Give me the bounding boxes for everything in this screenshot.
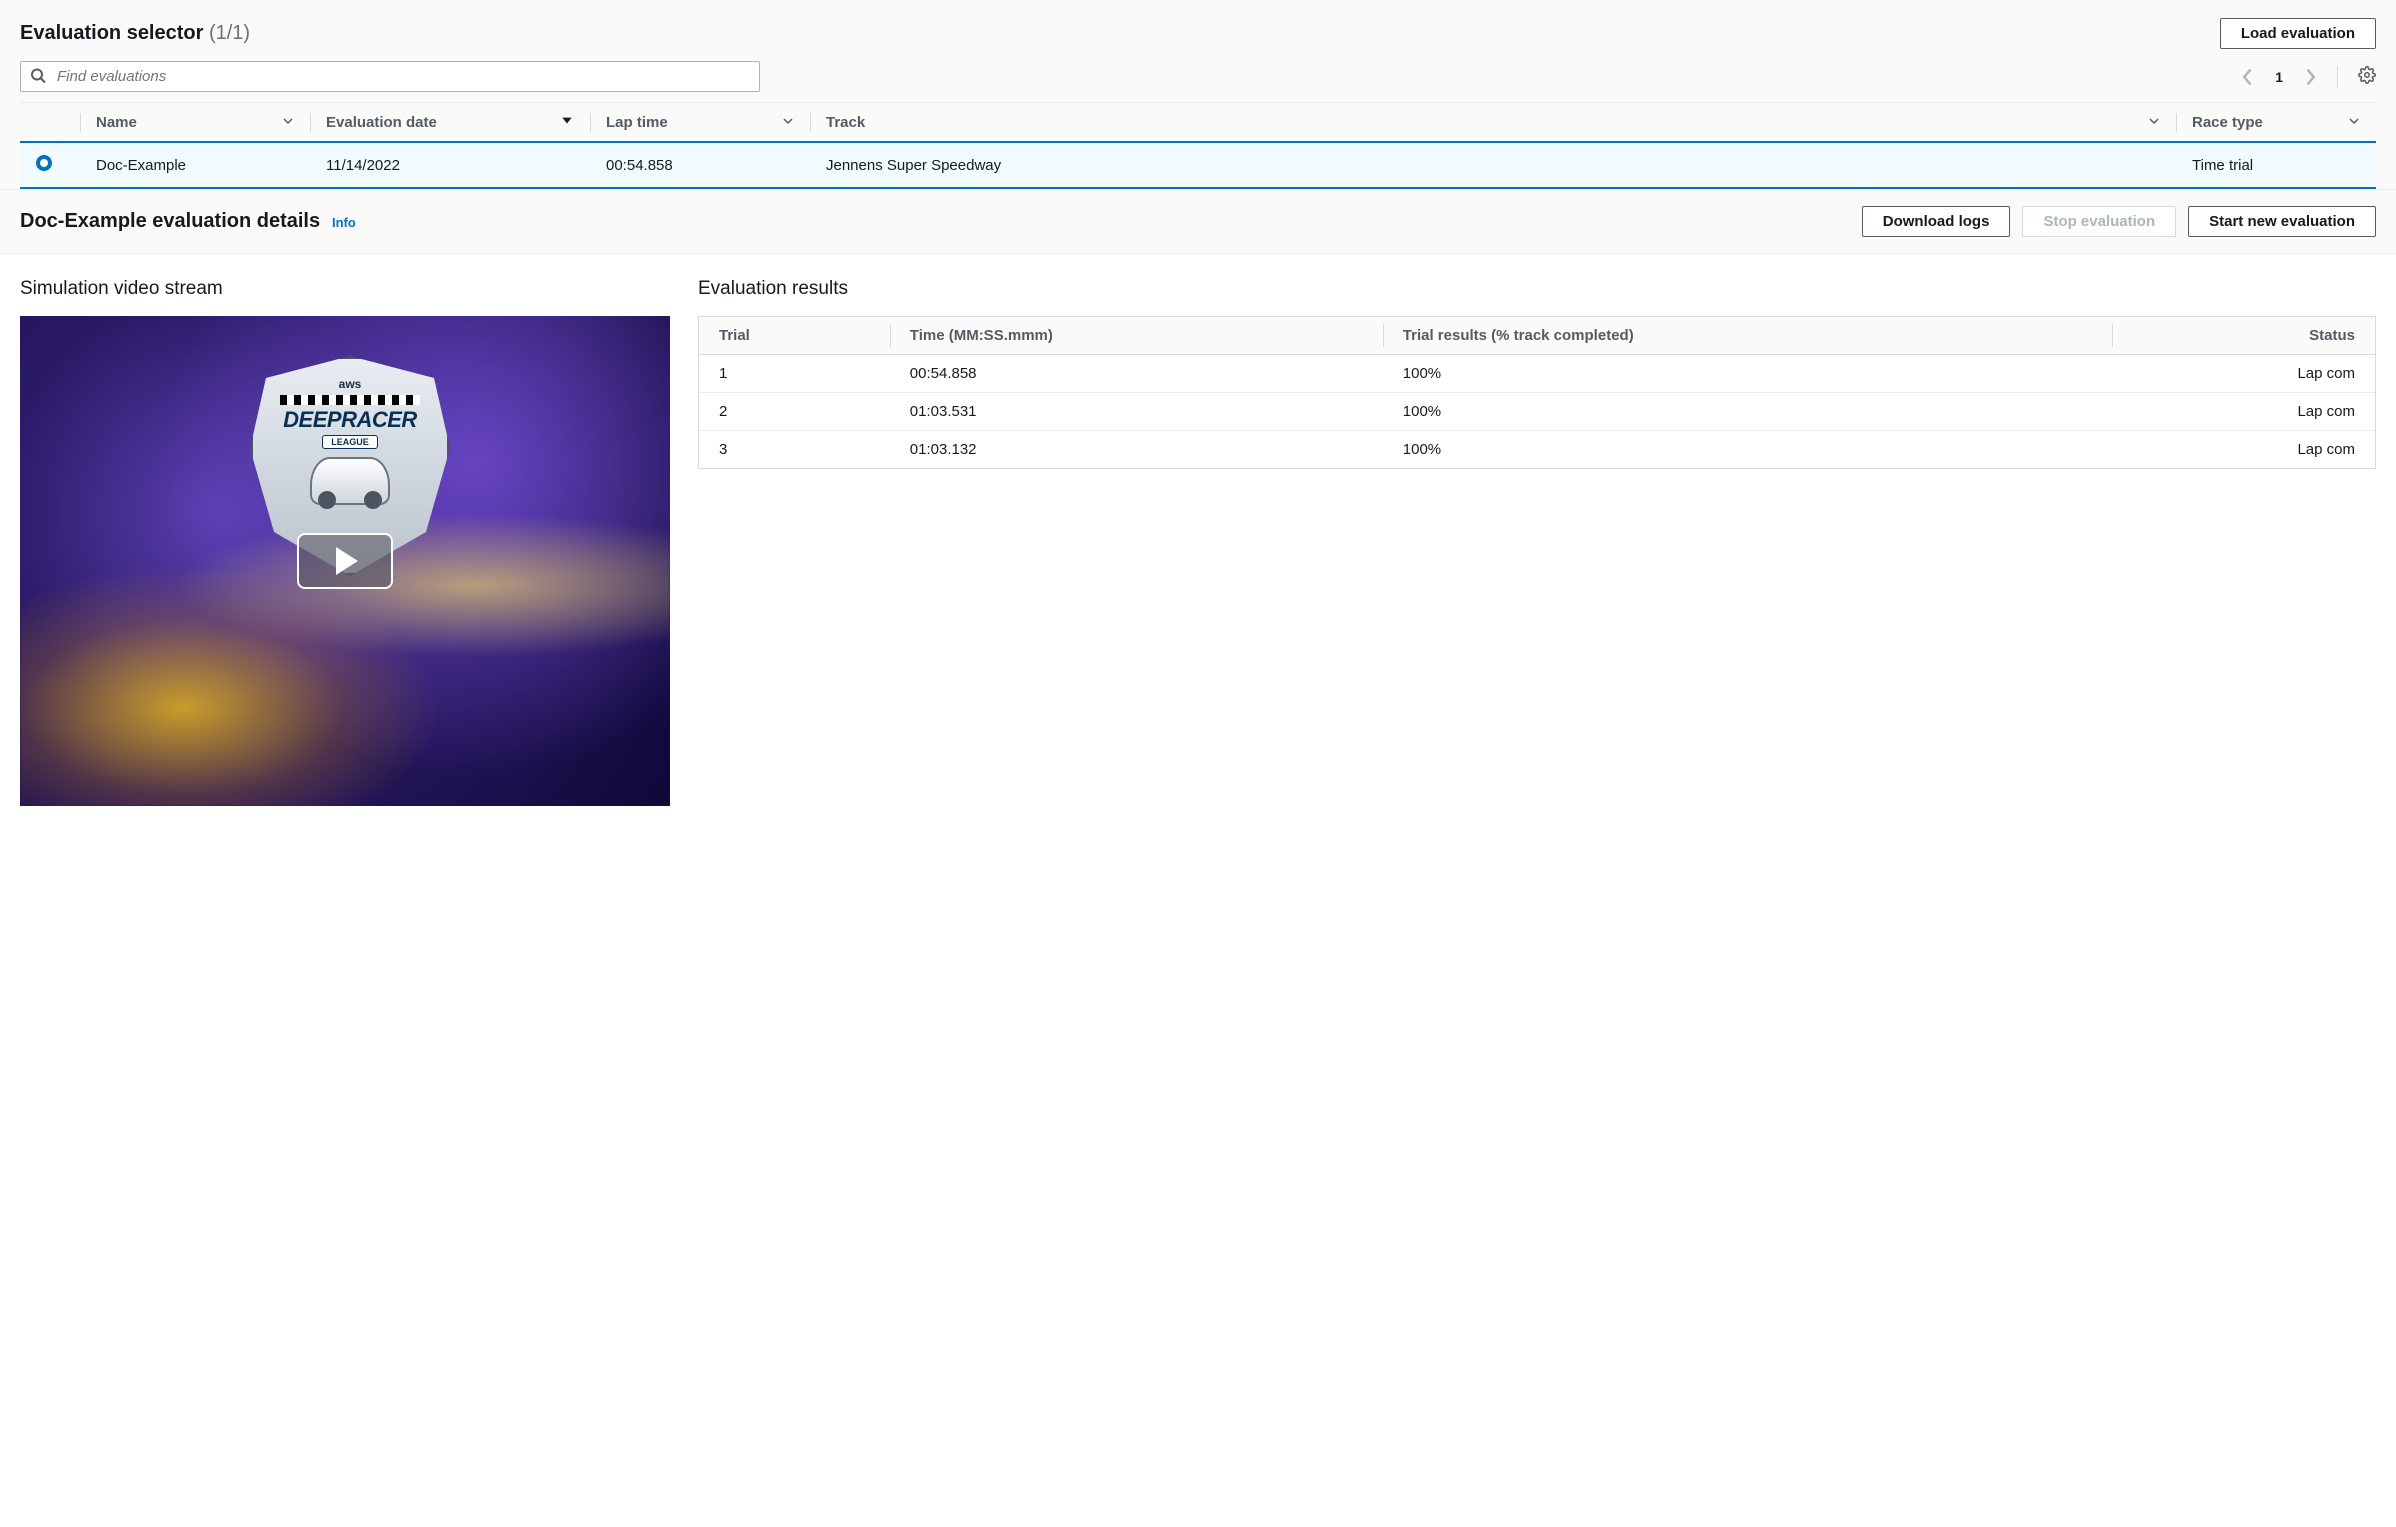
- results-cell-trial: 3: [699, 431, 890, 469]
- shield-title: DEEPRACER: [283, 407, 417, 433]
- col-status: Status: [2112, 317, 2375, 355]
- download-logs-button[interactable]: Download logs: [1862, 206, 2011, 237]
- details-title-wrap: Doc-Example evaluation details Info: [20, 210, 356, 233]
- results-cell-trial: 2: [699, 393, 890, 431]
- col-lap-label: Lap time: [606, 114, 668, 131]
- selector-toolbar: 1: [20, 61, 2376, 92]
- col-trial: Trial: [699, 317, 890, 355]
- sort-icon: [2148, 114, 2160, 131]
- results-cell-pct: 100%: [1383, 431, 2113, 469]
- results-row: 100:54.858100%Lap com: [699, 355, 2375, 393]
- col-track-label: Track: [826, 114, 865, 131]
- selector-header: Evaluation selector (1/1) Load evaluatio…: [20, 18, 2376, 49]
- results-section: Evaluation results Trial Time (MM:SS.mmm…: [698, 278, 2376, 806]
- shield-brand: aws: [339, 377, 362, 391]
- results-table: Trial Time (MM:SS.mmm) Trial results (% …: [699, 317, 2375, 468]
- col-track[interactable]: Track: [810, 103, 2176, 143]
- page-title: Evaluation selector (1/1): [20, 22, 250, 45]
- col-date-label: Evaluation date: [326, 114, 437, 131]
- shield-checker: [280, 395, 420, 405]
- search-input[interactable]: [20, 61, 760, 92]
- pager-next-button[interactable]: [2303, 67, 2317, 87]
- col-date[interactable]: Evaluation date: [310, 103, 590, 143]
- results-cell-time: 01:03.531: [890, 393, 1383, 431]
- sort-icon: [282, 114, 294, 131]
- page-title-count: (1/1): [209, 22, 250, 44]
- cell-race: Time trial: [2176, 142, 2376, 188]
- search-icon: [30, 67, 46, 86]
- col-race-label: Race type: [2192, 114, 2263, 131]
- results-cell-time: 00:54.858: [890, 355, 1383, 393]
- col-name-label: Name: [96, 114, 137, 131]
- video-frame: aws DEEPRACER LEAGUE: [20, 316, 670, 806]
- pager: 1: [2241, 66, 2376, 88]
- settings-gear-icon[interactable]: [2358, 66, 2376, 87]
- col-lap[interactable]: Lap time: [590, 103, 810, 143]
- results-cell-time: 01:03.132: [890, 431, 1383, 469]
- shield-league: LEAGUE: [322, 435, 378, 449]
- results-cell-status: Lap com: [2112, 431, 2375, 469]
- evaluations-table: Name Evaluation date: [20, 102, 2376, 189]
- load-evaluation-button[interactable]: Load evaluation: [2220, 18, 2376, 49]
- pager-prev-button[interactable]: [2241, 67, 2255, 87]
- results-row: 201:03.531100%Lap com: [699, 393, 2375, 431]
- page-title-text: Evaluation selector: [20, 22, 203, 44]
- results-cell-pct: 100%: [1383, 355, 2113, 393]
- sort-active-icon: [560, 113, 574, 131]
- results-cell-status: Lap com: [2112, 393, 2375, 431]
- col-pct: Trial results (% track completed): [1383, 317, 2113, 355]
- details-body: Simulation video stream aws DEEPRACER LE…: [0, 254, 2396, 830]
- col-radio: [20, 103, 80, 143]
- info-link[interactable]: Info: [332, 215, 356, 230]
- col-race[interactable]: Race type: [2176, 103, 2376, 143]
- video-section-title: Simulation video stream: [20, 278, 670, 300]
- cell-track: Jennens Super Speedway: [810, 142, 2176, 188]
- pager-page-number: 1: [2275, 69, 2283, 85]
- toolbar-divider: [2337, 66, 2338, 88]
- shield-car-icon: [310, 457, 390, 505]
- stop-evaluation-button: Stop evaluation: [2022, 206, 2176, 237]
- results-section-title: Evaluation results: [698, 278, 2376, 300]
- cell-lap: 00:54.858: [590, 142, 810, 188]
- results-row: 301:03.132100%Lap com: [699, 431, 2375, 469]
- video-section: Simulation video stream aws DEEPRACER LE…: [20, 278, 670, 806]
- start-new-evaluation-button[interactable]: Start new evaluation: [2188, 206, 2376, 237]
- results-cell-trial: 1: [699, 355, 890, 393]
- sort-icon: [782, 114, 794, 131]
- results-cell-status: Lap com: [2112, 355, 2375, 393]
- cell-name: Doc-Example: [80, 142, 310, 188]
- cell-date: 11/14/2022: [310, 142, 590, 188]
- details-title: Doc-Example evaluation details: [20, 210, 320, 232]
- details-header: Doc-Example evaluation details Info Down…: [0, 190, 2396, 254]
- details-actions: Download logs Stop evaluation Start new …: [1862, 206, 2376, 237]
- row-radio-selected[interactable]: [36, 155, 52, 171]
- results-cell-pct: 100%: [1383, 393, 2113, 431]
- play-icon: [336, 547, 358, 575]
- evaluation-selector-panel: Evaluation selector (1/1) Load evaluatio…: [0, 0, 2396, 190]
- search-wrap: [20, 61, 760, 92]
- col-time: Time (MM:SS.mmm): [890, 317, 1383, 355]
- video-play-button[interactable]: [297, 533, 393, 589]
- table-row[interactable]: Doc-Example 11/14/2022 00:54.858 Jennens…: [20, 142, 2376, 188]
- sort-icon: [2348, 114, 2360, 131]
- col-name[interactable]: Name: [80, 103, 310, 143]
